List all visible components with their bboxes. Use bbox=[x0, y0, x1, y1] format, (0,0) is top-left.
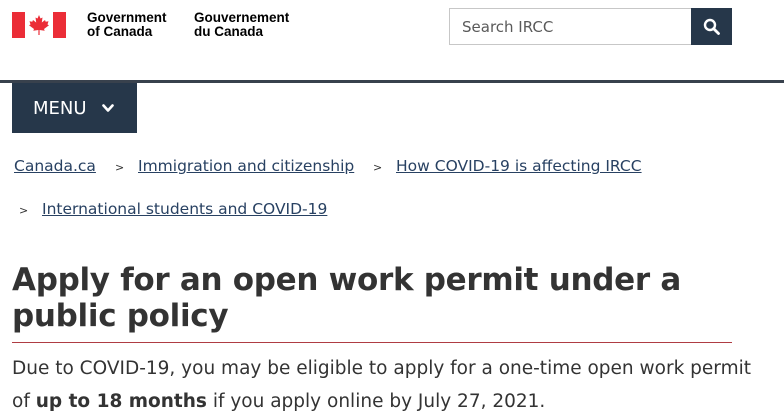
site-header: Government of Canada Gouvernement du Can… bbox=[0, 0, 784, 80]
search-button[interactable] bbox=[691, 8, 732, 45]
breadcrumb-separator-icon: > bbox=[19, 204, 29, 217]
chevron-down-icon bbox=[101, 103, 114, 113]
breadcrumb-separator-icon: > bbox=[115, 161, 125, 174]
search-input[interactable] bbox=[449, 8, 692, 45]
signature-fr-line-1: Gouvernement bbox=[194, 10, 290, 25]
canada-flag-icon[interactable] bbox=[12, 12, 66, 38]
title-underline bbox=[12, 342, 732, 343]
search-icon bbox=[703, 18, 720, 35]
intro-paragraph: Due to COVID-19, you may be eligible to … bbox=[12, 352, 752, 415]
intro-text-end: if you apply online by July 27, 2021. bbox=[206, 391, 546, 412]
government-of-canada-signature-fr[interactable]: Gouvernement du Canada bbox=[194, 11, 289, 39]
signature-en-line-2: of Canada bbox=[87, 24, 153, 39]
signature-en-line-1: Government bbox=[87, 10, 167, 25]
breadcrumb-immigration-citizenship[interactable]: Immigration and citizenship bbox=[138, 157, 354, 175]
breadcrumb-international-students[interactable]: International students and COVID-19 bbox=[42, 200, 327, 218]
intro-text-bold: up to 18 months bbox=[35, 391, 207, 412]
menu-label: MENU bbox=[33, 97, 87, 119]
government-of-canada-signature-en[interactable]: Government of Canada bbox=[87, 11, 167, 39]
menu-button[interactable]: MENU bbox=[12, 83, 137, 133]
signature-fr-line-2: du Canada bbox=[194, 24, 264, 39]
breadcrumb-canada-ca[interactable]: Canada.ca bbox=[14, 157, 96, 175]
breadcrumb-covid-affecting-ircc[interactable]: How COVID-19 is affecting IRCC bbox=[396, 157, 642, 175]
page-title: Apply for an open work permit under a pu… bbox=[12, 262, 681, 334]
breadcrumb-separator-icon: > bbox=[373, 161, 383, 174]
